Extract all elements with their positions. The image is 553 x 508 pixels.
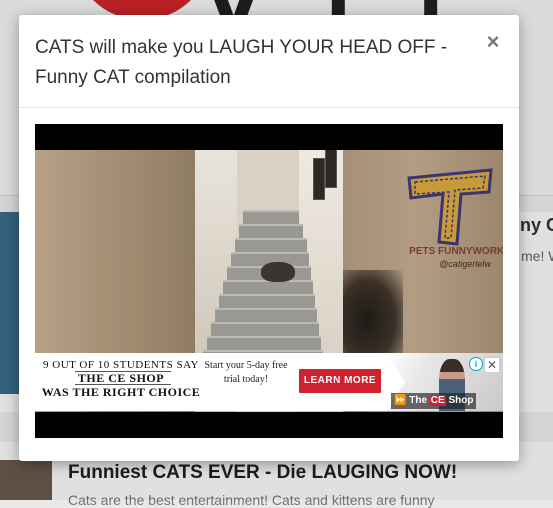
video-frame[interactable]: PETS FUNNYWORKS @catigerlelw 9 OUT OF 10… [35, 150, 503, 412]
watermark-text: PETS FUNNYWORKS [409, 246, 503, 257]
ad-banner[interactable]: 9 OUT OF 10 STUDENTS SAY THE CE SHOP WAS… [35, 353, 503, 411]
modal-title: CATS will make you LAUGH YOUR HEAD OFF -… [35, 37, 448, 88]
watermark-logo-icon [407, 168, 493, 246]
ad-info-icon[interactable]: i [469, 357, 483, 371]
ad-line-2: THE CE SHOP [77, 371, 165, 385]
learn-more-button[interactable]: LEARN MORE [299, 369, 381, 393]
video-player[interactable]: PETS FUNNYWORKS @catigerlelw 9 OUT OF 10… [35, 124, 503, 438]
ad-offer-text: Start your 5-day free trial today! [204, 360, 288, 385]
channel-watermark: PETS FUNNYWORKS @catigerlelw [405, 168, 503, 269]
ad-divider [75, 371, 171, 372]
ad-line-1: 9 OUT OF 10 STUDENTS SAY [43, 359, 199, 371]
cat-figure [261, 262, 295, 282]
modal-header: CATS will make you LAUGH YOUR HEAD OFF -… [19, 15, 519, 108]
ad-divider [75, 384, 171, 385]
ad-headline: 9 OUT OF 10 STUDENTS SAY THE CE SHOP WAS… [41, 359, 201, 399]
ad-close-button[interactable]: ✕ [484, 357, 500, 373]
video-modal: CATS will make you LAUGH YOUR HEAD OFF -… [19, 15, 519, 461]
play-arrows-icon: ⏩ [394, 395, 407, 406]
close-button[interactable]: × [483, 31, 503, 53]
watermark-subtext: @catigerlelw [439, 259, 491, 269]
ad-brand-logo: ⏩ The CE Shop [391, 393, 477, 409]
ad-line-3: WAS THE RIGHT CHOICE [41, 385, 201, 399]
